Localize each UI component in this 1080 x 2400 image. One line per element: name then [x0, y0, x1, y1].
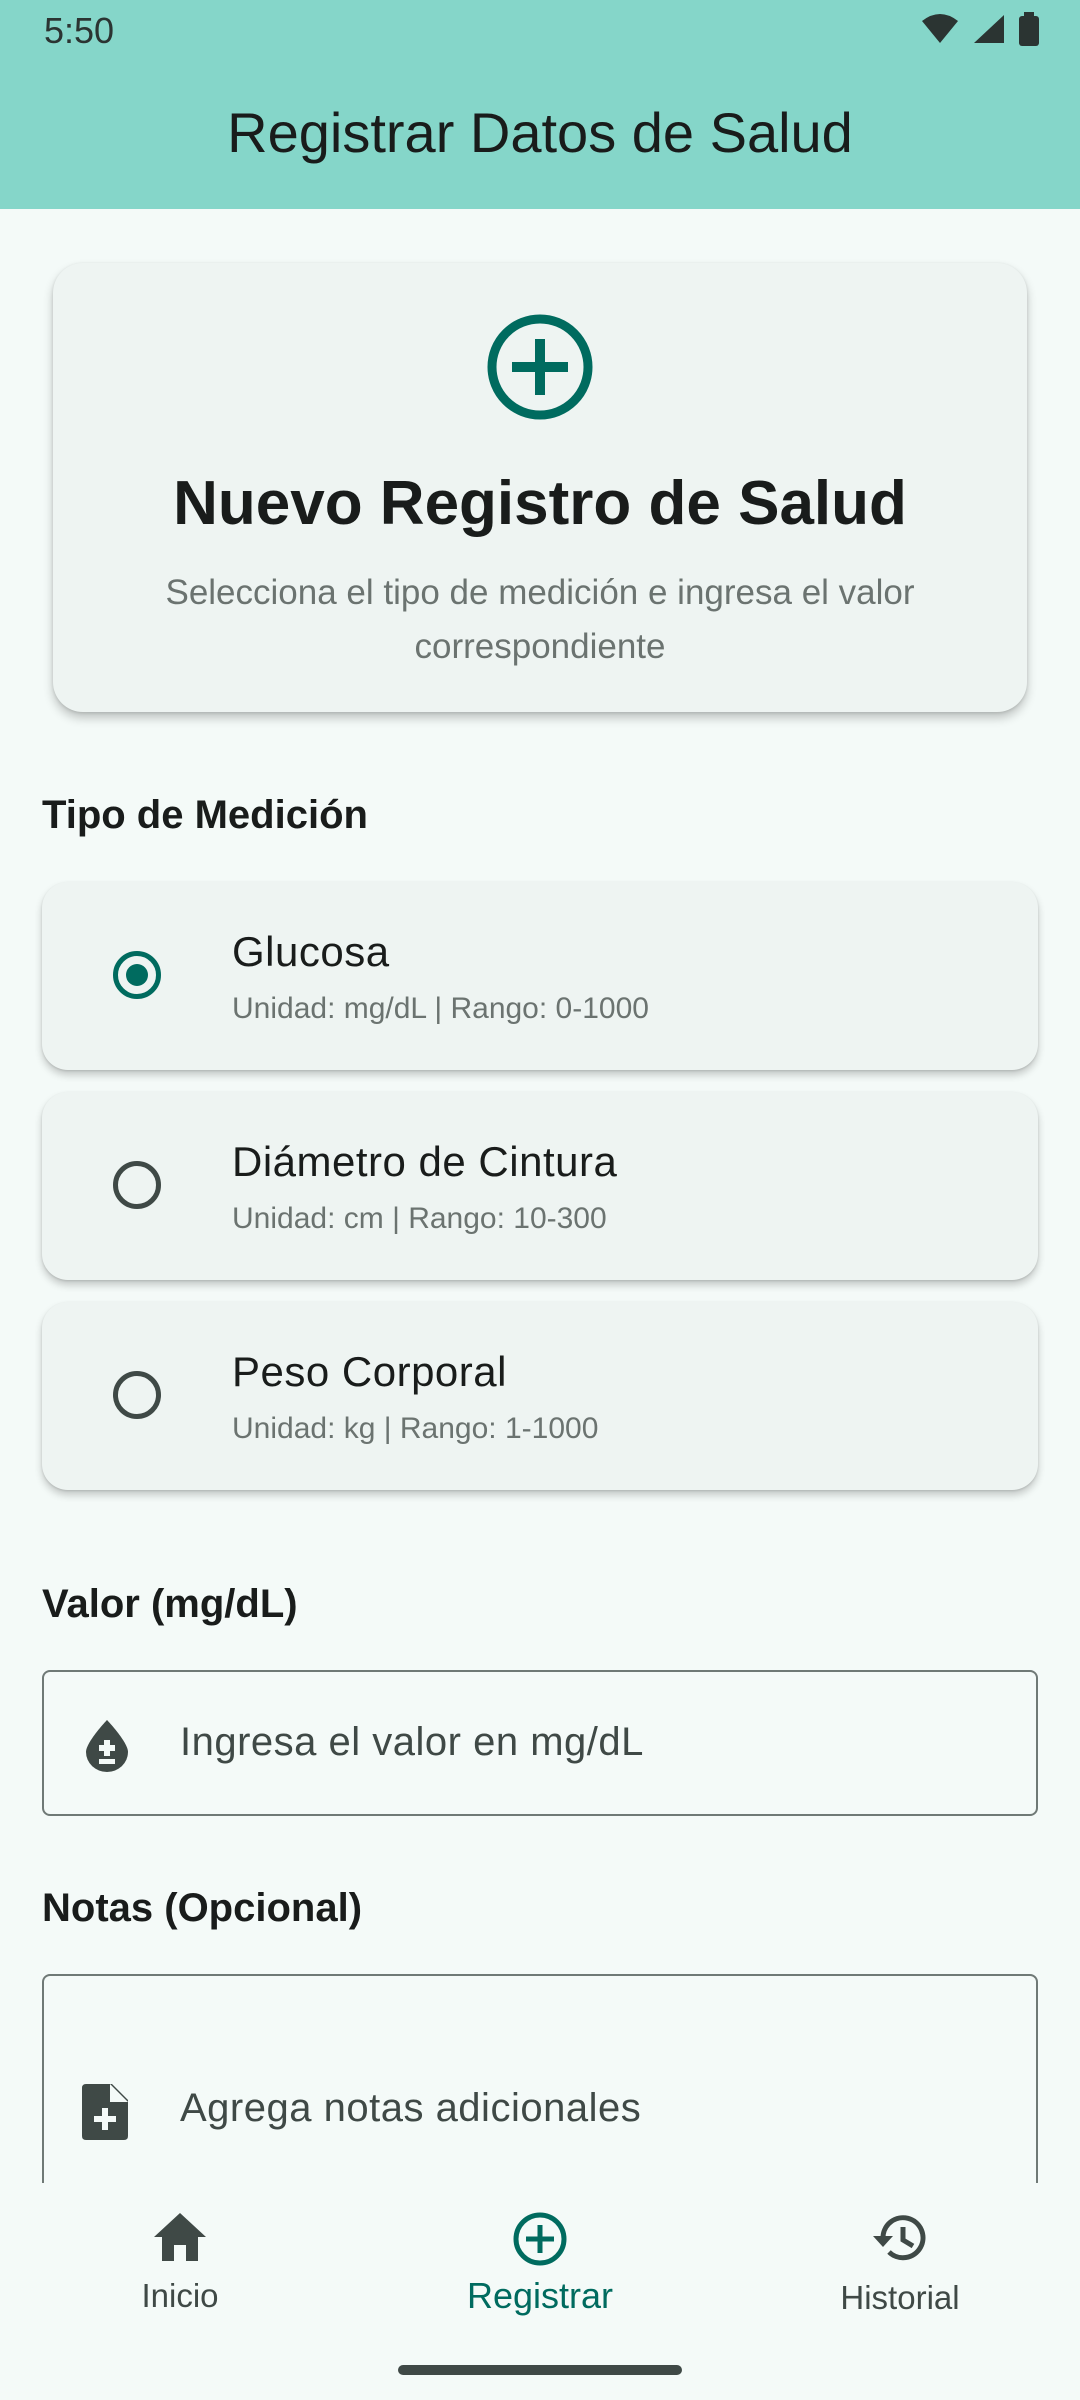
add-circle-icon	[513, 2212, 567, 2266]
option-title: Diámetro de Cintura	[232, 1138, 618, 1185]
option-glucosa[interactable]: Glucosa Unidad: mg/dL | Rango: 0-1000	[42, 882, 1038, 1070]
option-subtitle: Unidad: mg/dL | Rango: 0-1000	[232, 992, 649, 1025]
battery-icon	[1019, 12, 1039, 46]
nav-item-inicio[interactable]: Inicio	[30, 2211, 330, 2315]
status-icons	[920, 12, 1040, 46]
radio-peso-corporal[interactable]	[113, 1371, 161, 1419]
blood-drop-icon	[86, 1720, 128, 1772]
nav-item-historial[interactable]: Historial	[750, 2211, 1050, 2317]
value-label: Valor (mg/dL)	[42, 1582, 298, 1626]
notes-placeholder: Agrega notas adicionales	[180, 2086, 642, 2130]
option-title: Glucosa	[232, 928, 390, 975]
home-indicator[interactable]	[398, 2365, 682, 2375]
radio-diametro-cintura[interactable]	[113, 1161, 161, 1209]
add-circle-icon	[487, 314, 593, 420]
wifi-icon	[922, 14, 958, 43]
app-bar: 5:50 Registrar Datos de Salud	[0, 0, 1080, 209]
option-subtitle: Unidad: cm | Rango: 10-300	[232, 1202, 607, 1235]
option-title: Peso Corporal	[232, 1348, 507, 1395]
option-peso-corporal[interactable]: Peso Corporal Unidad: kg | Rango: 1-1000	[42, 1302, 1038, 1490]
measurement-type-label: Tipo de Medición	[42, 793, 368, 837]
value-placeholder: Ingresa el valor en mg/dL	[180, 1720, 644, 1764]
nav-label: Inicio	[141, 2277, 219, 2314]
page-title: Registrar Datos de Salud	[227, 101, 853, 164]
status-time: 5:50	[44, 10, 115, 51]
signal-icon	[974, 15, 1004, 43]
notes-label: Notas (Opcional)	[42, 1886, 363, 1930]
nav-item-registrar[interactable]: Registrar	[390, 2211, 690, 2317]
note-add-icon	[82, 2084, 128, 2140]
header-card: Nuevo Registro de Salud Selecciona el ti…	[53, 263, 1027, 712]
header-title: Nuevo Registro de Salud	[173, 469, 907, 538]
option-subtitle: Unidad: kg | Rango: 1-1000	[232, 1412, 599, 1445]
option-diametro-cintura[interactable]: Diámetro de Cintura Unidad: cm | Rango: …	[42, 1092, 1038, 1280]
history-icon	[873, 2215, 926, 2261]
home-icon	[154, 2213, 206, 2261]
value-input[interactable]: Ingresa el valor en mg/dL	[42, 1670, 1038, 1816]
header-subtitle: Selecciona el tipo de medición e ingresa…	[165, 573, 915, 666]
nav-label: Registrar	[466, 2275, 614, 2316]
radio-glucosa[interactable]	[113, 951, 161, 999]
nav-label: Historial	[840, 2279, 960, 2316]
